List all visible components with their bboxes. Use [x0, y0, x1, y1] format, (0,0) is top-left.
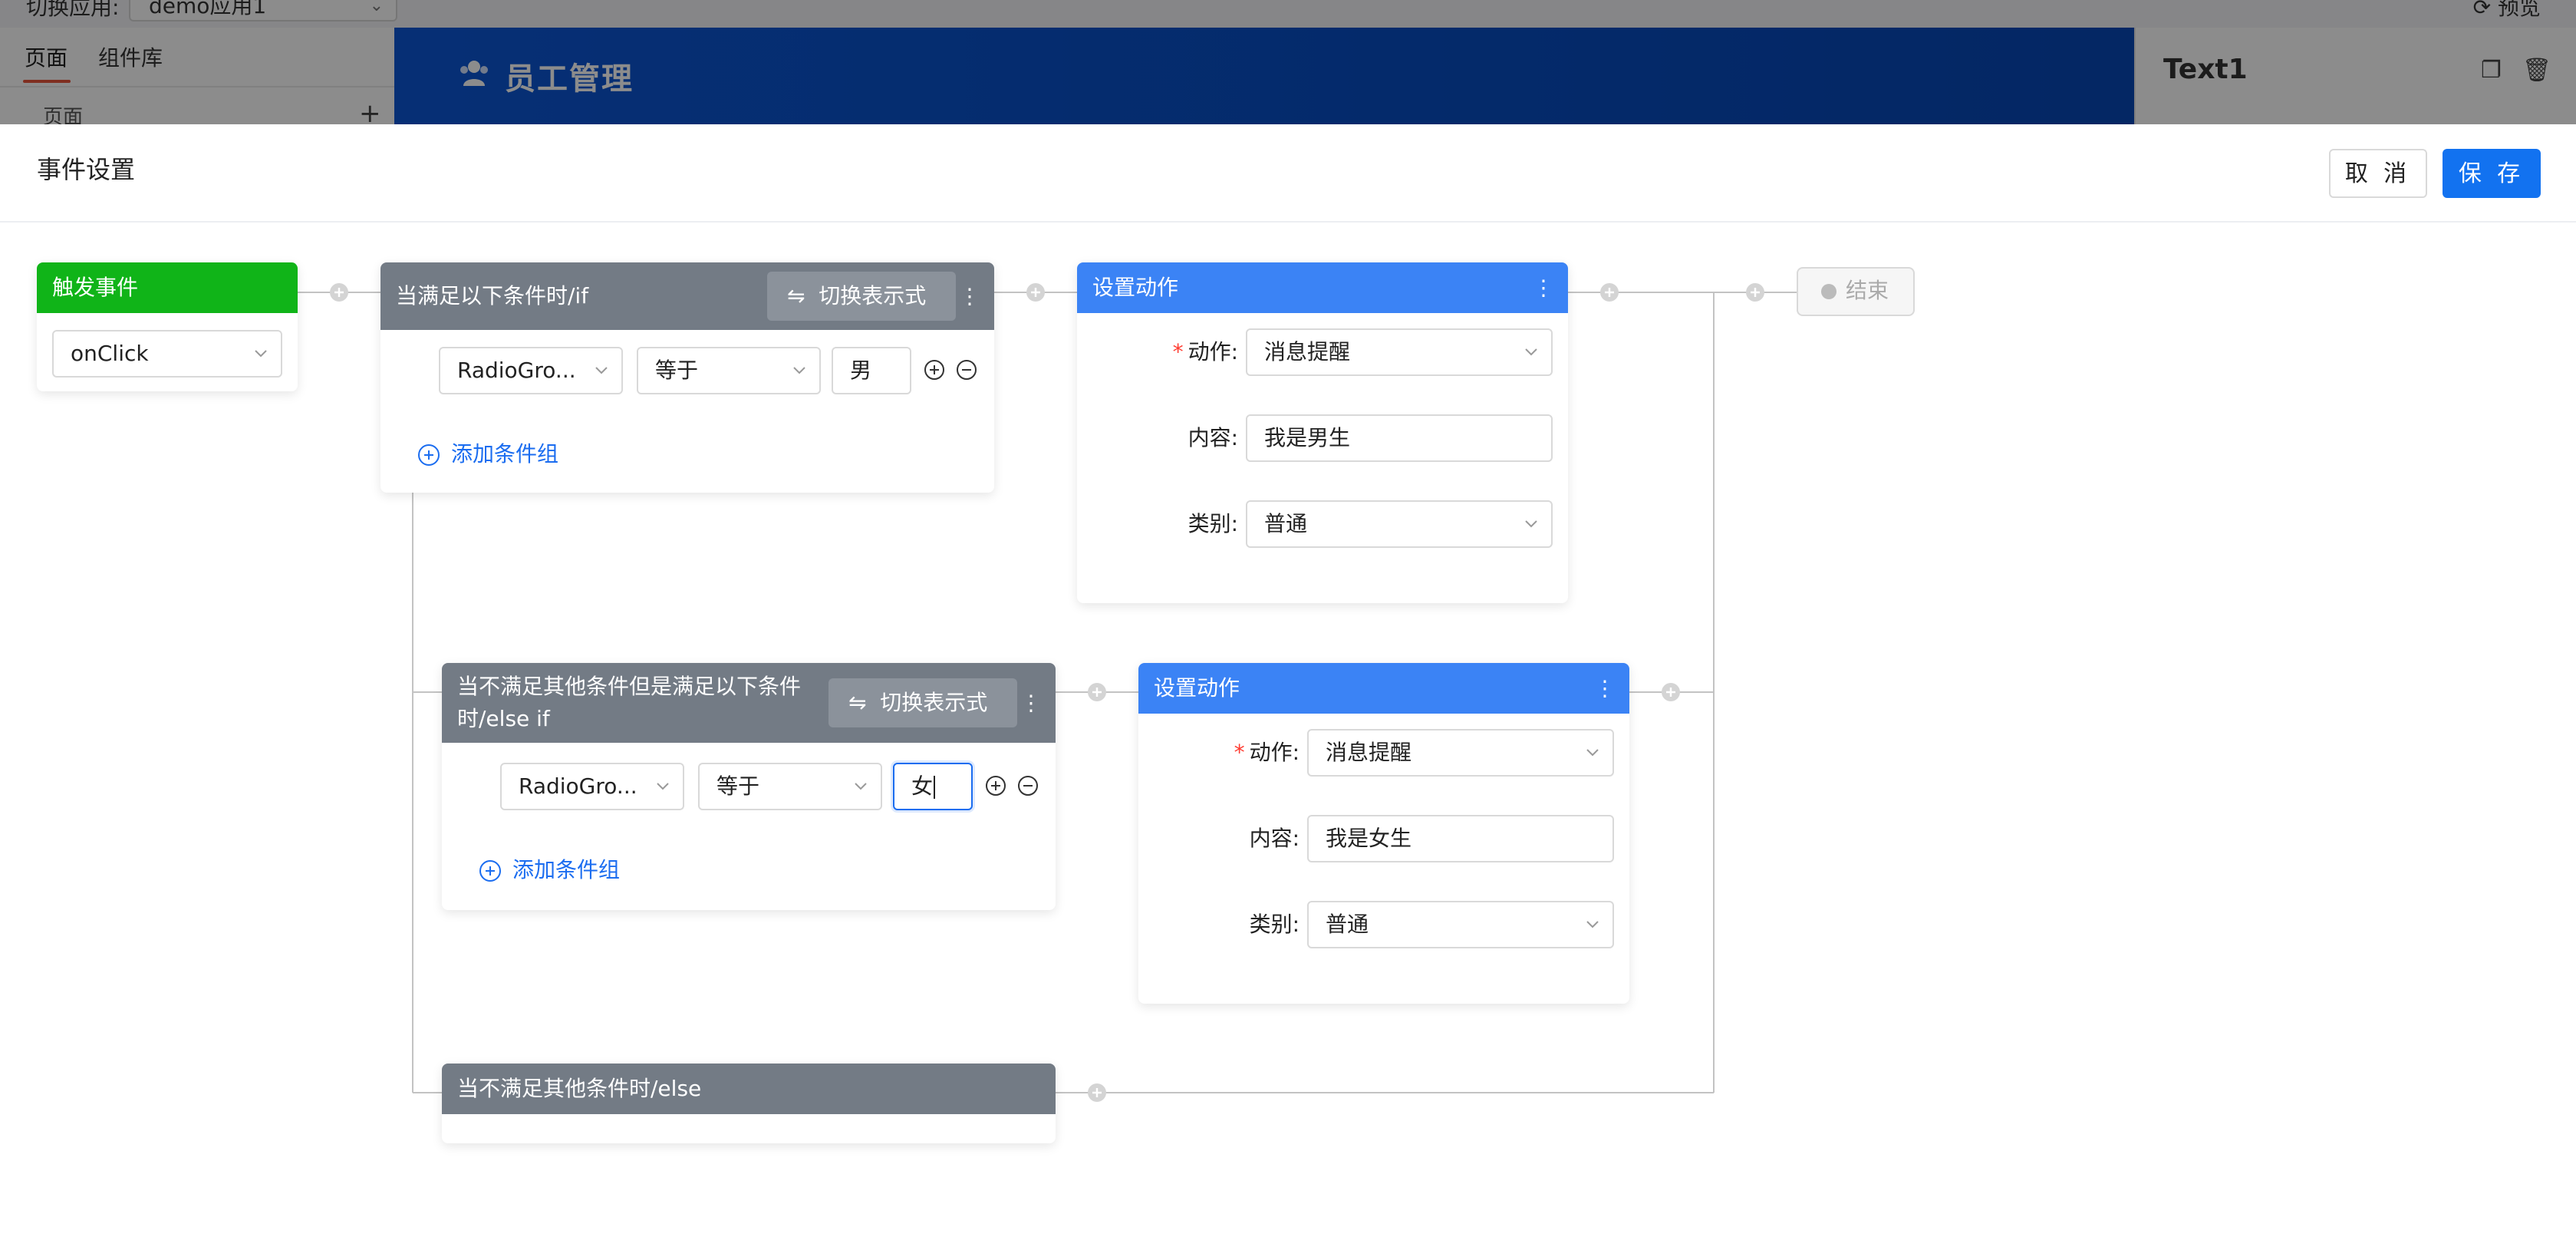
content-label: 内容:: [1249, 826, 1300, 851]
action-type-select[interactable]: 消息提醒: [1246, 328, 1553, 376]
add-condition-group-button[interactable]: 添加条件组: [479, 855, 663, 885]
action-node: 设置动作 ⋮ * 动作: 消息提醒 内容: 我是女生 类别: 普通: [1138, 663, 1629, 1004]
condition-operator-select[interactable]: 等于: [698, 763, 882, 810]
condition-value-input[interactable]: 男: [832, 347, 911, 394]
toggle-expression-label: 切换表示式: [819, 283, 927, 308]
trigger-node: 触发事件 onClick: [37, 262, 298, 391]
drawer-title: 事件设置: [37, 155, 136, 184]
add-condition-group-label: 添加条件组: [451, 441, 559, 467]
toggle-expression-label: 切换表示式: [880, 690, 988, 715]
category-label: 类别:: [1249, 912, 1300, 937]
chevron-down-icon: [1525, 520, 1537, 528]
required-mark: *: [1172, 339, 1184, 364]
end-node: 结束: [1797, 267, 1915, 316]
toggle-expression-button[interactable]: ⇋ 切换表示式: [828, 678, 1017, 727]
content-value: 我是男生: [1264, 425, 1351, 450]
chevron-down-icon: [1586, 921, 1599, 928]
action-node-title: 设置动作: [1154, 675, 1240, 701]
condition-field-value: RadioGro...: [519, 773, 637, 799]
more-menu-icon[interactable]: ⋮: [1020, 691, 1042, 716]
else-node-header: 当不满足其他条件时/else: [442, 1064, 1056, 1114]
content-input[interactable]: 我是男生: [1246, 414, 1553, 462]
condition-operator-select[interactable]: 等于: [637, 347, 821, 394]
else-if-node-title: 当不满足其他条件但是满足以下条件 时/else if: [457, 671, 801, 735]
else-node-title: 当不满足其他条件时/else: [457, 1076, 702, 1101]
trigger-node-title: 触发事件: [52, 275, 139, 300]
else-if-node-header: 当不满足其他条件但是满足以下条件 时/else if ⇋ 切换表示式 ⋮: [442, 663, 1056, 743]
action-node-header: 设置动作 ⋮: [1138, 663, 1629, 714]
condition-value-text: 女: [911, 773, 934, 799]
condition-field-select[interactable]: RadioGro...: [500, 763, 684, 810]
content-label: 内容:: [1188, 425, 1238, 450]
condition-value-text: 男: [850, 358, 872, 383]
condition-operator-value: 等于: [716, 773, 760, 799]
more-menu-icon[interactable]: ⋮: [959, 284, 980, 309]
event-select-value: onClick: [71, 341, 149, 366]
condition-field-select[interactable]: RadioGro...: [439, 347, 623, 394]
add-condition-group-label: 添加条件组: [512, 857, 621, 882]
chevron-down-icon: [793, 367, 805, 374]
required-mark: *: [1234, 740, 1245, 765]
add-circle-icon[interactable]: [985, 775, 1006, 796]
chevron-down-icon: [1586, 749, 1599, 757]
remove-circle-icon[interactable]: [1017, 775, 1039, 796]
action-type-select[interactable]: 消息提醒: [1307, 729, 1614, 777]
category-select[interactable]: 普通: [1246, 500, 1553, 548]
chevron-down-icon: [855, 783, 867, 790]
else-condition-node: 当不满足其他条件时/else: [442, 1064, 1056, 1143]
action-field-label: * 动作:: [1123, 328, 1238, 376]
chevron-down-icon: [255, 350, 267, 358]
flow-canvas: 触发事件 onClick 当满足以下条件时/if ⇋ 切换表示式 ⋮ Radio…: [0, 223, 2576, 1240]
drawer-mask[interactable]: [0, 0, 2576, 124]
remove-circle-icon[interactable]: [956, 359, 977, 381]
if-node-title: 当满足以下条件时/if: [396, 283, 589, 308]
action-type-value: 消息提醒: [1264, 339, 1351, 364]
else-if-condition-node: 当不满足其他条件但是满足以下条件 时/else if ⇋ 切换表示式 ⋮ Rad…: [442, 663, 1056, 910]
action-node-header: 设置动作 ⋮: [1077, 262, 1568, 313]
action-node: 设置动作 ⋮ * 动作: 消息提醒 内容: 我是男生 类别: 普通: [1077, 262, 1568, 603]
condition-field-value: RadioGro...: [457, 358, 576, 383]
category-select[interactable]: 普通: [1307, 901, 1614, 948]
toggle-expression-button[interactable]: ⇋ 切换表示式: [767, 272, 956, 321]
content-value: 我是女生: [1326, 826, 1412, 851]
swap-icon: ⇋: [848, 690, 867, 715]
add-condition-group-button[interactable]: 添加条件组: [417, 439, 601, 470]
chevron-down-icon: [595, 367, 608, 374]
event-settings-drawer: 事件设置 取 消 保 存 触发事件 onClick 当满足以下条件时/if ⇋ …: [0, 124, 2576, 1240]
condition-operator-value: 等于: [655, 358, 699, 383]
category-value: 普通: [1264, 511, 1308, 536]
add-circle-icon: [418, 444, 440, 466]
end-dot-icon: [1821, 284, 1836, 299]
category-value: 普通: [1326, 912, 1369, 937]
more-menu-icon[interactable]: ⋮: [1594, 676, 1616, 701]
action-label: 动作:: [1188, 339, 1238, 364]
else-if-title-line1: 当不满足其他条件但是满足以下条件: [457, 674, 802, 699]
condition-value-input[interactable]: 女: [893, 763, 973, 810]
chevron-down-icon: [1525, 348, 1537, 356]
if-condition-node: 当满足以下条件时/if ⇋ 切换表示式 ⋮ RadioGro... 等于 男 添…: [380, 262, 994, 493]
cancel-button[interactable]: 取 消: [2329, 149, 2427, 198]
action-type-value: 消息提醒: [1326, 740, 1412, 765]
action-label: 动作:: [1249, 740, 1300, 765]
text-caret: [934, 776, 936, 799]
add-circle-icon: [479, 860, 501, 882]
category-label: 类别:: [1188, 511, 1238, 536]
action-field-label: * 动作:: [1184, 729, 1300, 777]
if-node-header: 当满足以下条件时/if ⇋ 切换表示式 ⋮: [380, 262, 994, 330]
trigger-node-header: 触发事件: [37, 262, 298, 313]
more-menu-icon[interactable]: ⋮: [1533, 275, 1554, 301]
event-select[interactable]: onClick: [52, 330, 282, 378]
save-button[interactable]: 保 存: [2443, 149, 2541, 198]
chevron-down-icon: [657, 783, 669, 790]
content-input[interactable]: 我是女生: [1307, 815, 1614, 862]
else-if-title-line2: 时/else if: [457, 706, 550, 731]
end-label: 结束: [1846, 278, 1889, 303]
drawer-header: 事件设置 取 消 保 存: [0, 124, 2576, 223]
swap-icon: ⇋: [787, 283, 805, 308]
add-circle-icon[interactable]: [924, 359, 945, 381]
action-node-title: 设置动作: [1092, 275, 1179, 300]
